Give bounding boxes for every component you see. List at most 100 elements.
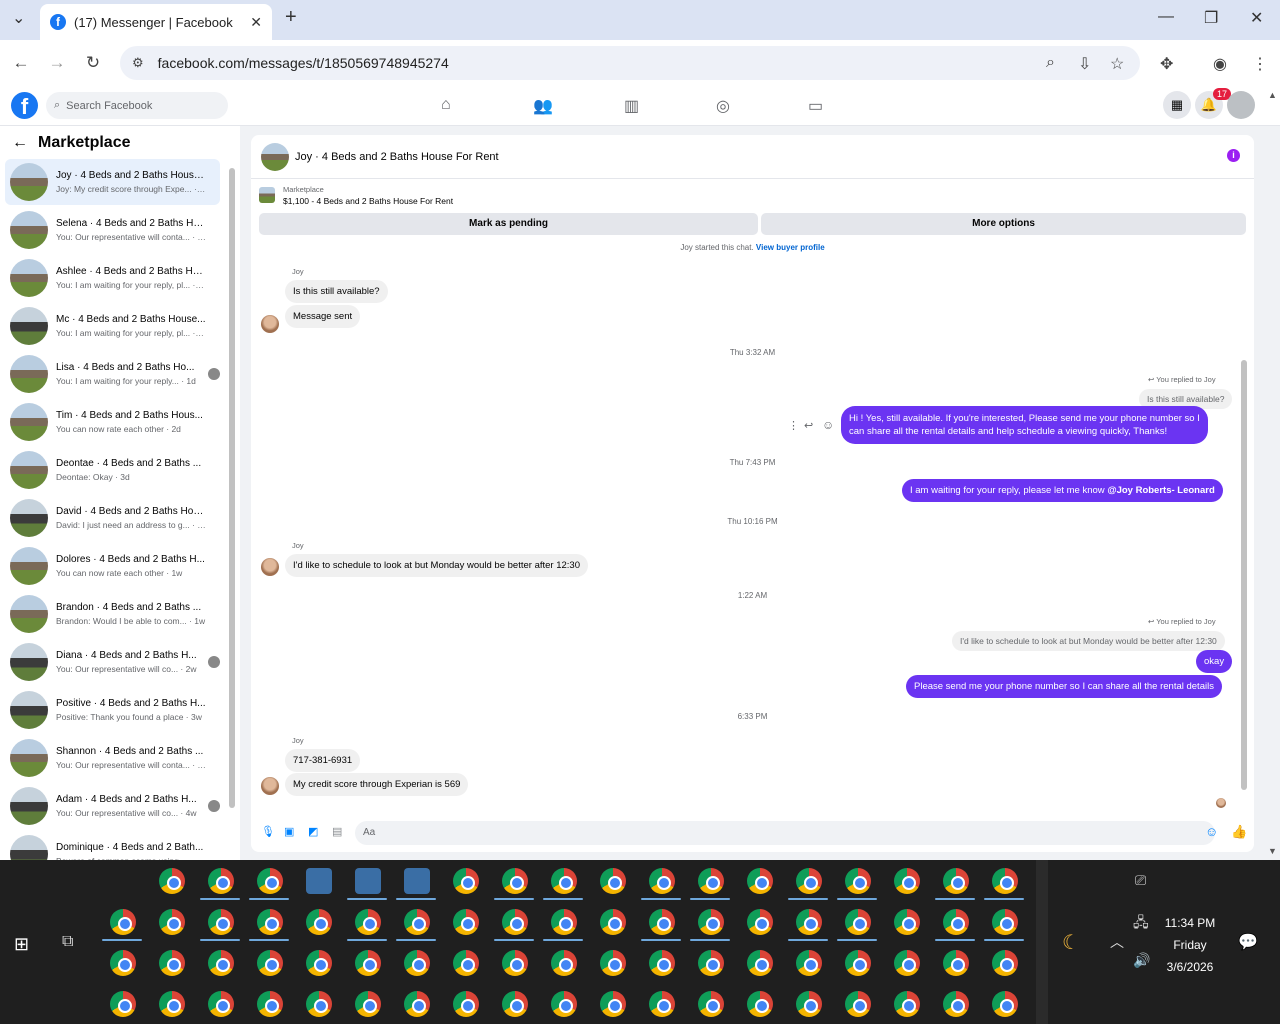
taskbar-app-icon[interactable]	[110, 991, 136, 1017]
taskbar-app-icon[interactable]	[747, 868, 773, 894]
taskbar-app-icon[interactable]	[257, 909, 283, 935]
taskbar-app-icon[interactable]	[894, 991, 920, 1017]
taskbar-app-icon[interactable]	[649, 950, 675, 976]
message-bubble[interactable]: 717-381-6931	[285, 749, 361, 772]
taskbar-app-icon[interactable]	[894, 950, 920, 976]
message-bubble[interactable]: Message sent	[285, 305, 361, 328]
taskbar-app-icon[interactable]	[943, 991, 969, 1017]
forward-icon[interactable]: →	[42, 53, 72, 73]
taskbar-app-icon[interactable]	[355, 868, 381, 894]
taskbar-app-icon[interactable]	[355, 950, 381, 976]
home-icon[interactable]: ⌂	[441, 96, 451, 114]
taskbar-app-icon[interactable]	[649, 868, 675, 894]
taskbar-app-icon[interactable]	[502, 868, 528, 894]
taskbar-app-icon[interactable]	[159, 868, 185, 894]
taskbar-app-icon[interactable]	[355, 909, 381, 935]
message-bubble[interactable]: Is this still available?	[285, 280, 388, 303]
back-icon[interactable]: ←	[6, 53, 36, 73]
tab-close-icon[interactable]: ✕	[250, 14, 262, 31]
conversation-item[interactable]: Deontae · 4 Beds and 2 Baths ... Deontae:…	[5, 447, 220, 493]
show-hidden-icons-icon[interactable]: ︿	[1110, 932, 1124, 952]
message-bubble[interactable]: I'd like to schedule to look at but Mond…	[285, 554, 588, 577]
taskbar-app-icon[interactable]	[698, 991, 724, 1017]
quoted-message[interactable]: I'd like to schedule to look at but Mond…	[952, 631, 1225, 651]
taskbar-app-icon[interactable]	[600, 991, 626, 1017]
taskbar-app-icon[interactable]	[992, 950, 1018, 976]
taskbar-app-icon[interactable]	[453, 950, 479, 976]
new-tab-icon[interactable]: +	[285, 6, 297, 29]
taskbar-app-icon[interactable]	[992, 909, 1018, 935]
taskbar-app-icon[interactable]	[845, 868, 871, 894]
taskbar-app-icon[interactable]	[404, 991, 430, 1017]
sidebar-back-icon[interactable]: ←	[12, 134, 28, 152]
conversation-item[interactable]: Adam · 4 Beds and 2 Baths H... You: Our r…	[5, 783, 220, 829]
system-clock[interactable]: 11:34 PM Friday 3/6/2026	[1150, 912, 1230, 978]
extensions-icon[interactable]: ✥	[1160, 54, 1173, 74]
more-options-button[interactable]: More options	[761, 213, 1246, 235]
taskbar-app-icon[interactable]	[502, 991, 528, 1017]
mention-link[interactable]: @Joy Roberts- Leonard	[1107, 485, 1214, 496]
taskbar-app-icon[interactable]	[649, 991, 675, 1017]
taskbar-app-icon[interactable]	[992, 868, 1018, 894]
message-input[interactable]: Aa	[355, 821, 1215, 845]
taskbar-app-icon[interactable]	[698, 950, 724, 976]
taskbar-app-icon[interactable]	[796, 909, 822, 935]
message-bubble-outgoing[interactable]: Hi ! Yes, still available. If you're int…	[841, 406, 1208, 444]
taskbar-app-icon[interactable]	[796, 950, 822, 976]
taskbar-app-icon[interactable]	[551, 868, 577, 894]
conversation-item[interactable]: David · 4 Beds and 2 Baths Hou... David: …	[5, 495, 220, 541]
reload-icon[interactable]: ↻	[78, 53, 108, 73]
conversation-item[interactable]: Selena · 4 Beds and 2 Baths Ho... You: Ou…	[5, 207, 220, 253]
joy-avatar[interactable]	[261, 777, 279, 795]
conversation-item[interactable]: Dominique · 4 Beds and 2 Bath...Beware o…	[5, 831, 220, 860]
taskbar-app-icon[interactable]	[159, 950, 185, 976]
install-app-icon[interactable]: ⇩	[1078, 54, 1091, 74]
joy-avatar[interactable]	[261, 558, 279, 576]
info-icon[interactable]: i	[1227, 149, 1240, 162]
conversation-item[interactable]: Dolores · 4 Beds and 2 Baths H... You can…	[5, 543, 220, 589]
taskbar-app-icon[interactable]	[845, 909, 871, 935]
maximize-icon[interactable]: ❐	[1204, 8, 1218, 28]
taskbar-app-icon[interactable]	[894, 868, 920, 894]
conversation-item[interactable]: Tim · 4 Beds and 2 Baths Hous... You can …	[5, 399, 220, 445]
friends-icon[interactable]: 👥	[533, 96, 553, 116]
taskbar-app-icon[interactable]	[355, 991, 381, 1017]
message-bubble[interactable]: My credit score through Experian is 569	[285, 773, 469, 796]
taskbar-app-icon[interactable]	[306, 909, 332, 935]
taskbar-app-icon[interactable]	[208, 909, 234, 935]
taskbar-app-icon[interactable]	[404, 868, 430, 894]
taskbar-app-icon[interactable]	[747, 950, 773, 976]
window-close-icon[interactable]: ✕	[1250, 8, 1263, 28]
taskbar-app-icon[interactable]	[110, 950, 136, 976]
message-bubble-outgoing[interactable]: okay	[1196, 650, 1233, 673]
taskbar-app-icon[interactable]	[600, 909, 626, 935]
taskbar-app-icon[interactable]	[698, 909, 724, 935]
taskbar-app-icon[interactable]	[600, 868, 626, 894]
view-buyer-profile-link[interactable]: View buyer profile	[756, 243, 825, 252]
chat-scrollbar[interactable]	[1241, 360, 1247, 790]
conversation-item[interactable]: Positive · 4 Beds and 2 Baths H... Positi…	[5, 687, 220, 733]
taskbar-app-icon[interactable]	[600, 950, 626, 976]
camera-icon[interactable]: ⎚	[1135, 872, 1146, 889]
taskbar-app-icon[interactable]	[306, 991, 332, 1017]
address-bar[interactable]: ⚙ facebook.com/messages/t/18505697489452…	[120, 46, 1140, 80]
reply-icon[interactable]: ↩	[804, 419, 813, 432]
taskbar-app-icon[interactable]	[257, 991, 283, 1017]
taskbar-app-icon[interactable]	[110, 909, 136, 935]
taskbar-app-icon[interactable]	[453, 868, 479, 894]
taskbar-app-icon[interactable]	[845, 950, 871, 976]
account-avatar[interactable]	[1227, 91, 1255, 119]
taskbar-app-icon[interactable]	[894, 909, 920, 935]
microphone-icon[interactable]: 🎙	[261, 825, 275, 838]
joy-avatar[interactable]	[261, 315, 279, 333]
chat-title[interactable]: Joy · 4 Beds and 2 Baths House For Rent	[295, 151, 499, 163]
taskbar-app-icon[interactable]	[502, 950, 528, 976]
taskbar-app-icon[interactable]	[747, 909, 773, 935]
facebook-logo-icon[interactable]: f	[11, 92, 38, 119]
taskbar-app-icon[interactable]	[404, 909, 430, 935]
conversation-item[interactable]: Brandon · 4 Beds and 2 Baths ... Brandon:…	[5, 591, 220, 637]
task-view-icon[interactable]: ⧉	[62, 933, 73, 951]
groups-icon[interactable]: ◎	[716, 96, 730, 116]
volume-icon[interactable]: 🔊	[1133, 952, 1150, 969]
conversation-item[interactable]: Joy · 4 Beds and 2 Baths House... Joy: My…	[5, 159, 220, 205]
